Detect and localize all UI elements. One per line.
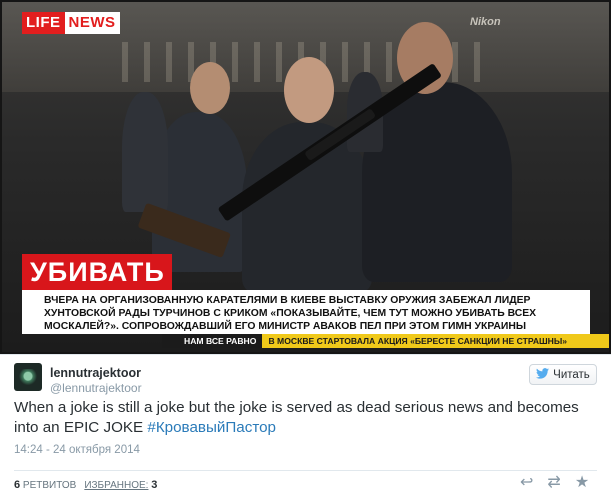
- caption-line: ХУНТОВСКОЙ РАДЫ ТУРЧИНОВ С КРИКОМ «ПОКАЗ…: [44, 308, 537, 319]
- favorite-count: 3: [151, 479, 158, 491]
- tweet-timestamp[interactable]: 14:24 - 24 октября 2014: [14, 444, 140, 456]
- logo-part-life: LIFE: [22, 12, 65, 34]
- store-sign: Nikon: [470, 16, 501, 28]
- news-photo: LIFE NEWS Nikon УБИВАТЬ ВЧЕРА НА ОРГАНИЗ…: [2, 2, 609, 352]
- news-ticker: НАМ ВСЕ РАВНО В МОСКВЕ СТАРТОВАЛА АКЦИЯ …: [162, 334, 609, 348]
- channel-logo: LIFE NEWS: [22, 12, 120, 34]
- tweet-body: When a joke is still a joke but the joke…: [14, 399, 579, 436]
- user-handle[interactable]: @lennutrajektoor: [50, 381, 142, 395]
- retweet-label: РЕТВИТОВ: [22, 480, 77, 491]
- favorite-label: ИЗБРАННОЕ:: [84, 480, 149, 491]
- news-caption: ВЧЕРА НА ОРГАНИЗОВАННУЮ КАРАТЕЛЯМИ В КИЕ…: [22, 290, 590, 334]
- person-bg: [122, 92, 168, 212]
- favorite-icon[interactable]: ★: [575, 474, 589, 492]
- retweet-count: 6: [14, 479, 21, 491]
- tweet-media[interactable]: LIFE NEWS Nikon УБИВАТЬ ВЧЕРА НА ОРГАНИЗ…: [0, 0, 611, 354]
- head-left: [190, 62, 230, 114]
- retweet-stat[interactable]: 6 РЕТВИТОВ: [14, 479, 76, 491]
- tweet-stats: 6 РЕТВИТОВ ИЗБРАННОЕ: 3: [14, 479, 157, 491]
- bird-icon: [536, 368, 550, 381]
- reply-icon[interactable]: ↩: [520, 474, 533, 492]
- ticker-right: В МОСКВЕ СТАРТОВАЛА АКЦИЯ «БЕРЕСТЕ САНКЦ…: [262, 334, 609, 348]
- caption-line: МОСКАЛЕЙ?». СОПРОВОЖДАВШИЙ ЕГО МИНИСТР А…: [44, 321, 527, 332]
- tweet-actions: ↩ ⇄ ★: [520, 474, 589, 492]
- head-center: [284, 57, 334, 123]
- hashtag-link[interactable]: #КровавыйПастор: [147, 419, 276, 436]
- follow-button[interactable]: Читать: [529, 364, 597, 385]
- bird-icon-svg: [536, 368, 550, 379]
- favorite-stat[interactable]: ИЗБРАННОЕ: 3: [84, 479, 157, 491]
- logo-part-news: NEWS: [64, 12, 120, 34]
- user-name[interactable]: lennutrajektoor: [50, 366, 141, 380]
- caption-line: ВЧЕРА НА ОРГАНИЗОВАННУЮ КАРАТЕЛЯМИ В КИЕ…: [44, 295, 531, 306]
- tweet-text: When a joke is still a joke but the joke…: [14, 398, 604, 438]
- retweet-icon[interactable]: ⇄: [547, 474, 560, 492]
- headline-tag: УБИВАТЬ: [22, 254, 172, 290]
- divider: [0, 354, 611, 355]
- divider: [14, 470, 597, 471]
- follow-label: Читать: [553, 368, 590, 381]
- avatar[interactable]: [14, 363, 42, 391]
- ticker-left: НАМ ВСЕ РАВНО: [162, 334, 263, 348]
